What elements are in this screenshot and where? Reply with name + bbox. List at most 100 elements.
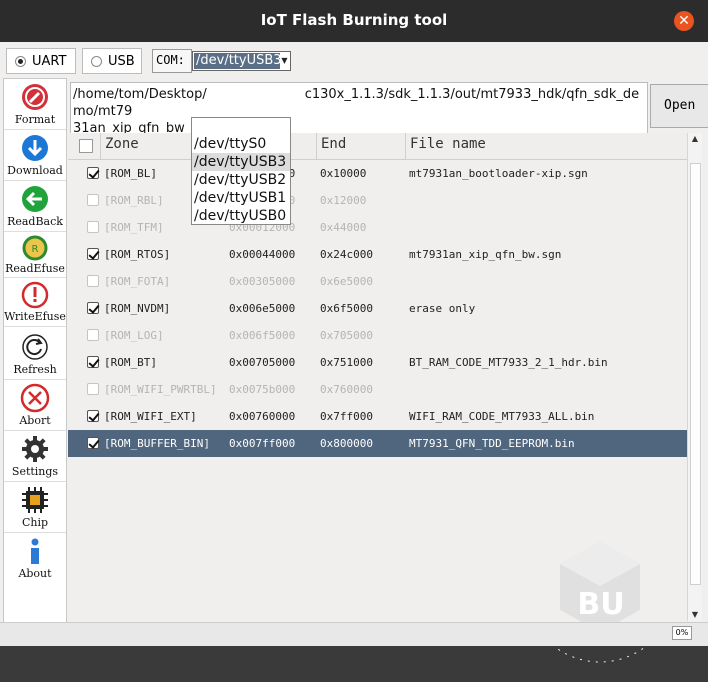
row-checkbox[interactable] xyxy=(87,383,99,395)
row-checkbox[interactable] xyxy=(87,248,99,260)
cell-end: 0x24c000 xyxy=(320,248,373,261)
cell-file: mt7931an_xip_qfn_bw.sgn xyxy=(409,248,562,261)
watermark-logo: BU xyxy=(524,511,676,663)
settings-button[interactable]: Settings xyxy=(4,431,66,482)
write-efuse-button[interactable]: WriteEfuse xyxy=(4,278,66,327)
sidebar-item-label: Refresh xyxy=(13,363,57,376)
about-button[interactable]: About xyxy=(4,533,66,583)
cell-zone: [ROM_RBL] xyxy=(104,194,164,207)
cell-end: 0x6f5000 xyxy=(320,302,373,315)
table-row[interactable]: [ROM_RBL]0x000100000x12000 xyxy=(68,187,687,214)
cell-end: 0x760000 xyxy=(320,383,373,396)
cell-file: mt7931an_bootloader-xip.sgn xyxy=(409,167,588,180)
cell-zone: [ROM_LOG] xyxy=(104,329,164,342)
row-checkbox[interactable] xyxy=(87,437,99,449)
table-row[interactable]: [ROM_BT] 0x00705000 0x751000 BT_RAM_CODE_MT… xyxy=(68,349,687,376)
scroll-up-icon[interactable]: ▲ xyxy=(688,133,702,145)
dropdown-option[interactable]: /dev/ttyUSB1 xyxy=(192,189,290,207)
format-icon xyxy=(22,84,48,110)
select-all-checkbox[interactable] xyxy=(79,139,93,153)
column-header-file-name[interactable]: File name xyxy=(405,133,687,159)
row-checkbox[interactable] xyxy=(87,275,99,287)
uart-radio[interactable]: UART xyxy=(6,48,76,74)
table-row[interactable]: [ROM_LOG] 0x006f5000 0x705000 xyxy=(68,322,687,349)
com-port-select[interactable]: /dev/ttyUSB3 ▼ xyxy=(192,51,291,71)
download-icon xyxy=(22,135,48,161)
close-icon: ✕ xyxy=(678,13,690,29)
format-button[interactable]: Format xyxy=(4,79,66,130)
sidebar-item-label: Abort xyxy=(19,414,51,427)
row-checkbox[interactable] xyxy=(87,167,99,179)
refresh-button[interactable]: Refresh xyxy=(4,329,66,380)
dropdown-option[interactable]: /dev/ttyUSB2 xyxy=(192,171,290,189)
dropdown-option[interactable]: /dev/ttyUSB0 xyxy=(192,207,290,225)
row-checkbox[interactable] xyxy=(87,356,99,368)
table-row[interactable]: [ROM_WIFI_EXT] 0x00760000 0x7ff000 WIFI_RAM… xyxy=(68,403,687,430)
cell-file: WIFI_RAM_CODE_MT7933_ALL.bin xyxy=(409,410,595,423)
row-checkbox[interactable] xyxy=(87,194,99,206)
cell-start: 0x00705000 xyxy=(229,356,296,369)
sidebar: Format Download ReadBack R ReadEfuse Wri… xyxy=(3,78,67,623)
row-checkbox[interactable] xyxy=(87,302,99,314)
sidebar-item-label: WriteEfuse xyxy=(4,310,66,323)
table-row[interactable]: [ROM_FOTA] 0x00305000 0x6e5000 xyxy=(68,268,687,295)
uart-radio-indicator xyxy=(15,55,26,67)
cell-start: 0x006e5000 xyxy=(229,302,296,315)
file-path-field[interactable]: /home/tom/Desktop/c130x_1.1.3/sdk_1.1.3/… xyxy=(70,82,648,136)
cell-zone: [ROM_NVDM] xyxy=(104,302,171,315)
readback-button[interactable]: ReadBack xyxy=(4,181,66,232)
cell-zone: [ROM_BL] xyxy=(104,167,157,180)
row-checkbox[interactable] xyxy=(87,410,99,422)
open-button[interactable]: Open xyxy=(650,84,708,128)
cell-end: 0x7ff000 xyxy=(320,410,373,423)
write-efuse-icon xyxy=(21,281,49,309)
cell-start: 0x006f5000 xyxy=(229,329,296,342)
sidebar-item-label: Chip xyxy=(21,516,49,529)
svg-text:R: R xyxy=(32,244,39,255)
table-row[interactable]: [ROM_TFM] 0x00012000 0x44000 xyxy=(68,214,687,241)
table-row[interactable]: [ROM_BUFFER_BIN] 0x007ff000 0x800000 MT7931… xyxy=(68,430,687,457)
sidebar-item-label: Settings xyxy=(11,465,59,478)
row-checkbox[interactable] xyxy=(87,329,99,341)
cell-file: MT7931_QFN_TDD_EEPROM.bin xyxy=(409,437,575,450)
dropdown-option[interactable]: /dev/ttyUSB3 xyxy=(192,153,290,171)
com-port-dropdown: /dev/ttyS0/dev/ttyUSB3/dev/ttyUSB2/dev/t… xyxy=(191,117,291,225)
sidebar-item-label: ReadEfuse xyxy=(5,262,65,275)
read-efuse-icon: R xyxy=(22,235,48,261)
cell-start: 0x00044000 xyxy=(229,248,296,261)
dropdown-option[interactable]: /dev/ttyS0 xyxy=(192,135,290,153)
file-path-start: /home/tom/Desktop/ xyxy=(73,87,207,102)
cell-start: 0x00760000 xyxy=(229,410,296,423)
usb-radio-label: USB xyxy=(108,53,135,69)
cell-zone: [ROM_FOTA] xyxy=(104,275,171,288)
table-row[interactable]: [ROM_RTOS] 0x00044000 0x24c000 mt7931an_xip… xyxy=(68,241,687,268)
title-bar: IoT Flash Burning tool ✕ xyxy=(0,0,708,42)
sidebar-item-label: ReadBack xyxy=(7,215,63,228)
cell-end: 0x10000 xyxy=(320,167,367,180)
cell-zone: [ROM_BUFFER_BIN] xyxy=(104,437,210,450)
column-header-end[interactable]: End xyxy=(316,133,405,159)
settings-icon xyxy=(22,436,48,462)
close-button[interactable]: ✕ xyxy=(674,11,694,31)
table-row[interactable]: [ROM_NVDM] 0x006e5000 0x6f5000 erase only xyxy=(68,295,687,322)
table-header: Zone End File name xyxy=(68,133,687,160)
download-button[interactable]: Download xyxy=(4,130,66,181)
sidebar-item-label: About xyxy=(18,567,52,580)
status-bar: 0% xyxy=(0,622,708,646)
row-checkbox[interactable] xyxy=(87,221,99,233)
cell-start: 0x007ff000 xyxy=(229,437,296,450)
abort-button[interactable]: Abort xyxy=(4,380,66,431)
abort-icon xyxy=(20,383,50,413)
chip-button[interactable]: Chip xyxy=(4,482,66,533)
cell-zone: [ROM_WIFI_EXT] xyxy=(104,410,197,423)
cell-end: 0x705000 xyxy=(320,329,373,342)
table-row[interactable]: [ROM_BL]0x000000000x10000mt7931an_bootlo… xyxy=(68,160,687,187)
usb-radio[interactable]: USB xyxy=(82,48,142,74)
cell-file: BT_RAM_CODE_MT7933_2_1_hdr.bin xyxy=(409,356,608,369)
sidebar-item-label: Format xyxy=(14,113,56,126)
cell-file: erase only xyxy=(409,302,476,315)
table-row[interactable]: [ROM_WIFI_PWRTBL] 0x0075b000 0x760000 xyxy=(68,376,687,403)
cell-start: 0x00305000 xyxy=(229,275,296,288)
com-port-value: /dev/ttyUSB3 xyxy=(194,53,280,69)
read-efuse-button[interactable]: R ReadEfuse xyxy=(4,232,66,278)
